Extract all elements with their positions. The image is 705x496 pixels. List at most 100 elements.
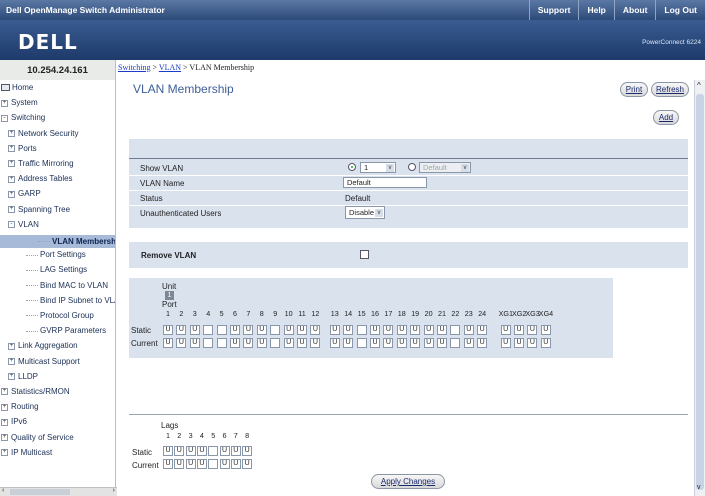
port-static-cell[interactable]: U bbox=[410, 325, 421, 335]
nav-item-garp[interactable]: + GARP bbox=[8, 189, 41, 198]
help-link[interactable]: Help bbox=[578, 0, 613, 20]
expand-icon[interactable]: + bbox=[1, 388, 8, 396]
breadcrumb-vlan-link[interactable]: VLAN bbox=[159, 63, 181, 72]
nav-item-network-security[interactable]: + Network Security bbox=[8, 129, 78, 138]
expand-icon[interactable]: + bbox=[1, 449, 8, 457]
expand-icon[interactable]: + bbox=[8, 175, 15, 183]
port-static-cell[interactable]: U bbox=[540, 325, 551, 335]
port-static-cell[interactable]: U bbox=[527, 325, 538, 335]
expand-icon[interactable]: + bbox=[1, 418, 8, 426]
port-static-cell[interactable]: U bbox=[423, 325, 434, 335]
nav-item-lldp[interactable]: + LLDP bbox=[8, 372, 38, 381]
port-static-cell[interactable]: U bbox=[343, 325, 354, 335]
nav-item-home[interactable]: Home bbox=[1, 83, 33, 92]
port-static-cell[interactable]: U bbox=[297, 325, 307, 335]
nav-item-statistics-rmon[interactable]: + Statistics/RMON bbox=[1, 387, 70, 396]
scroll-right-icon[interactable]: › bbox=[113, 487, 115, 494]
vlan-id-select[interactable]: 1v bbox=[360, 162, 396, 173]
apply-changes-button[interactable]: Apply Changes bbox=[371, 474, 445, 489]
lag-static-cell[interactable]: U bbox=[219, 446, 230, 456]
lag-static-cell[interactable]: U bbox=[196, 446, 207, 456]
port-static-cell[interactable]: U bbox=[477, 325, 488, 335]
nav-item-bind-ip-subnet-to-vlan[interactable]: Bind IP Subnet to VLAN bbox=[26, 296, 115, 305]
nav-item-lag-settings[interactable]: LAG Settings bbox=[26, 265, 87, 274]
nav-item-bind-mac-to-vlan[interactable]: Bind MAC to VLAN bbox=[26, 281, 108, 290]
scrollbar-thumb[interactable] bbox=[10, 489, 70, 495]
support-link[interactable]: Support bbox=[528, 0, 579, 20]
expand-icon[interactable]: + bbox=[1, 99, 8, 107]
lag-static-cell[interactable]: U bbox=[230, 446, 241, 456]
nav-item-system[interactable]: + System bbox=[1, 98, 38, 107]
nav-item-ipv6[interactable]: + IPv6 bbox=[1, 417, 27, 426]
scroll-up-icon[interactable]: ^ bbox=[697, 81, 701, 90]
port-static-cell[interactable]: U bbox=[163, 325, 173, 335]
vlan-name-select[interactable]: Default v bbox=[419, 162, 471, 173]
nav-item-traffic-mirroring[interactable]: + Traffic Mirroring bbox=[8, 159, 74, 168]
expand-icon[interactable]: + bbox=[8, 160, 15, 168]
expand-icon[interactable]: + bbox=[8, 342, 15, 350]
port-static-cell[interactable]: U bbox=[230, 325, 240, 335]
port-static-cell[interactable] bbox=[203, 325, 214, 335]
expand-icon[interactable]: + bbox=[8, 373, 15, 381]
port-static-cell[interactable] bbox=[216, 325, 227, 335]
scroll-left-icon[interactable]: ‹ bbox=[2, 487, 4, 494]
lag-static-cell[interactable] bbox=[208, 446, 219, 456]
expand-icon[interactable]: + bbox=[8, 129, 15, 137]
nav-item-vlan-membership[interactable]: VLAN Membership bbox=[0, 235, 115, 248]
nav-item-address-tables[interactable]: + Address Tables bbox=[8, 174, 73, 183]
show-vlan-id-radio[interactable] bbox=[348, 163, 356, 171]
nav-item-routing[interactable]: + Routing bbox=[1, 402, 39, 411]
breadcrumb-switching-link[interactable]: Switching bbox=[118, 63, 150, 72]
port-static-cell[interactable] bbox=[270, 325, 281, 335]
sidebar-horizontal-scrollbar[interactable]: ‹ › bbox=[0, 487, 117, 496]
port-static-cell[interactable]: U bbox=[189, 325, 200, 335]
main-vertical-scrollbar[interactable]: ^ v bbox=[694, 80, 705, 496]
nav-item-ports[interactable]: + Ports bbox=[8, 144, 37, 153]
add-button[interactable]: Add bbox=[653, 110, 679, 125]
port-static-cell[interactable]: U bbox=[463, 325, 474, 335]
lag-static-cell[interactable]: U bbox=[174, 446, 185, 456]
collapse-icon[interactable]: - bbox=[1, 114, 8, 122]
expand-icon[interactable]: + bbox=[8, 205, 15, 213]
lag-static-cell[interactable]: U bbox=[185, 446, 196, 456]
lag-static-cell[interactable]: U bbox=[163, 446, 173, 456]
refresh-button[interactable]: Refresh bbox=[651, 82, 689, 97]
port-static-cell[interactable]: U bbox=[383, 325, 394, 335]
nav-item-gvrp-parameters[interactable]: GVRP Parameters bbox=[26, 326, 106, 335]
nav-item-spanning-tree[interactable]: + Spanning Tree bbox=[8, 205, 70, 214]
unauthenticated-users-select[interactable]: Disable v bbox=[345, 206, 385, 219]
port-static-cell[interactable]: U bbox=[243, 325, 254, 335]
nav-item-multicast-support[interactable]: + Multicast Support bbox=[8, 357, 80, 366]
port-static-cell[interactable]: U bbox=[437, 325, 447, 335]
nav-item-protocol-group[interactable]: Protocol Group bbox=[26, 311, 94, 320]
port-static-cell[interactable]: U bbox=[500, 325, 511, 335]
port-static-cell[interactable]: U bbox=[370, 325, 380, 335]
nav-item-port-settings[interactable]: Port Settings bbox=[26, 250, 86, 259]
expand-icon[interactable]: + bbox=[1, 403, 8, 411]
show-vlan-name-radio[interactable] bbox=[408, 163, 416, 171]
port-static-cell[interactable] bbox=[356, 325, 367, 335]
expand-icon[interactable]: + bbox=[8, 190, 15, 198]
port-static-cell[interactable]: U bbox=[514, 325, 524, 335]
port-static-cell[interactable]: U bbox=[256, 325, 267, 335]
port-static-cell[interactable]: U bbox=[283, 325, 294, 335]
logout-link[interactable]: Log Out bbox=[655, 0, 705, 20]
expand-icon[interactable]: + bbox=[8, 145, 15, 153]
expand-icon[interactable]: + bbox=[8, 357, 15, 365]
about-link[interactable]: About bbox=[613, 0, 656, 20]
unit-selector[interactable]: 1 bbox=[165, 291, 174, 300]
nav-item-ip-multicast[interactable]: + IP Multicast bbox=[1, 448, 52, 457]
scroll-down-icon[interactable]: v bbox=[697, 484, 701, 491]
scrollbar-thumb[interactable] bbox=[696, 94, 704, 490]
print-button[interactable]: Print bbox=[620, 82, 648, 97]
nav-item-vlan[interactable]: - VLAN bbox=[8, 220, 39, 229]
port-static-cell[interactable]: U bbox=[310, 325, 321, 335]
vlan-name-input[interactable]: Default bbox=[343, 177, 427, 188]
nav-item-quality-of-service[interactable]: + Quality of Service bbox=[1, 433, 74, 442]
expand-icon[interactable]: + bbox=[1, 433, 8, 441]
port-static-cell[interactable]: U bbox=[176, 325, 187, 335]
collapse-icon[interactable]: - bbox=[8, 221, 15, 229]
nav-item-switching[interactable]: - Switching bbox=[1, 113, 45, 122]
lag-static-cell[interactable]: U bbox=[242, 446, 253, 456]
port-static-cell[interactable]: U bbox=[329, 325, 340, 335]
